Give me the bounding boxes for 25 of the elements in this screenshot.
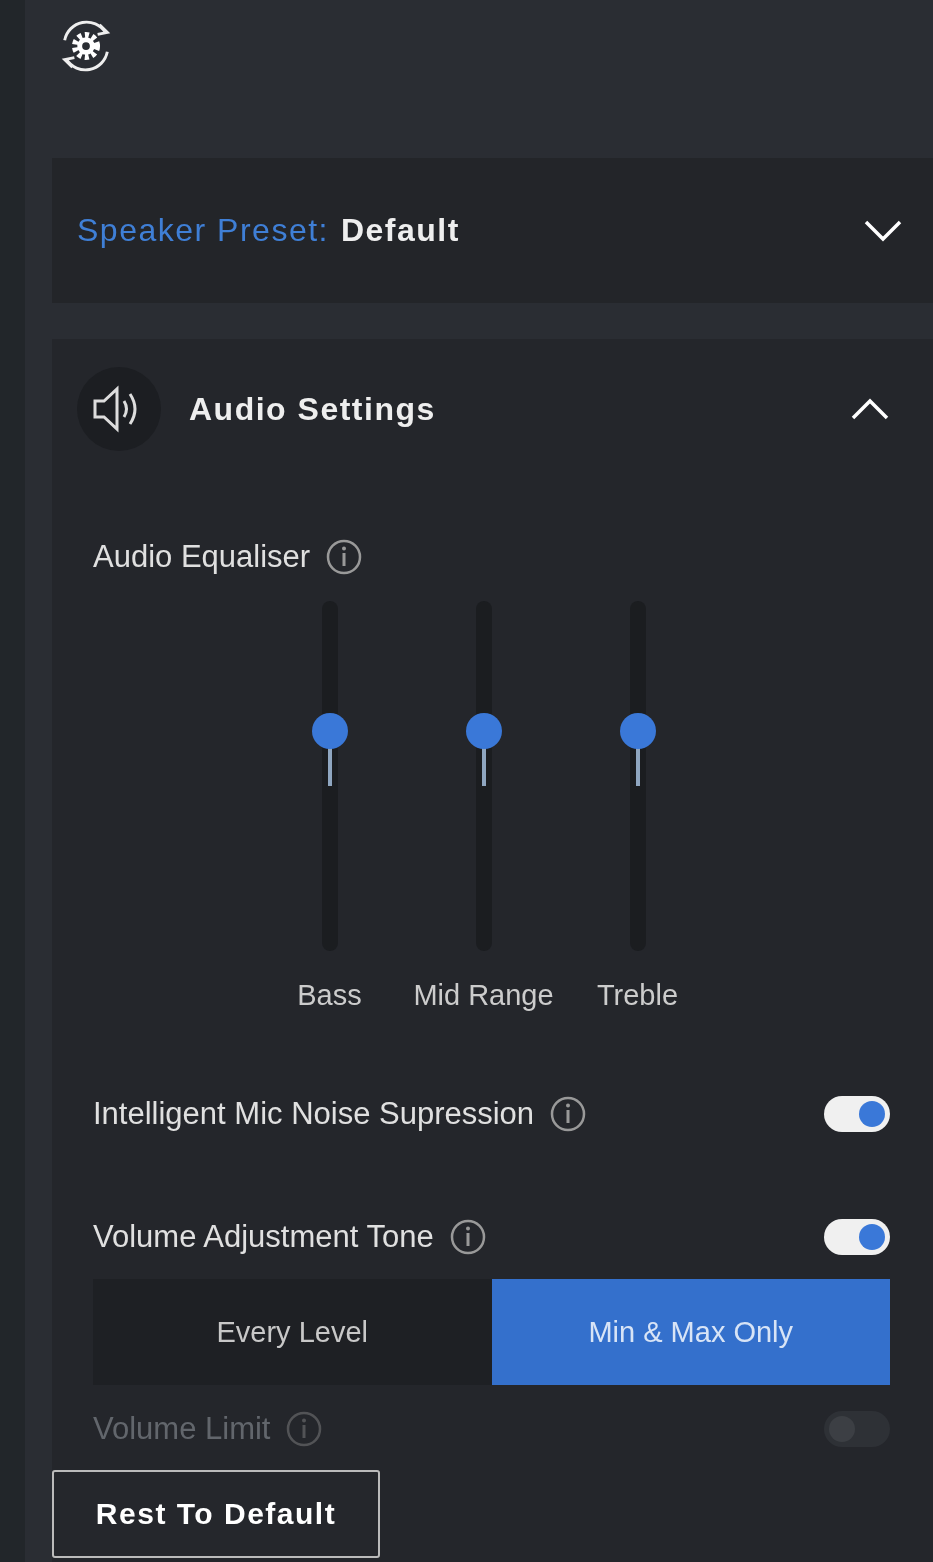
chevron-icon [863, 218, 903, 243]
tone-option[interactable]: Min & Max Only [491, 1279, 890, 1385]
reset-button[interactable]: Rest To Default [52, 1470, 380, 1558]
tone-option[interactable]: Every Level [93, 1279, 492, 1385]
section-title: Audio Settings [189, 390, 436, 428]
info-icon[interactable] [326, 539, 363, 575]
slider-thumb[interactable] [311, 712, 348, 749]
equaliser-label: Audio Equaliser [93, 539, 311, 575]
band-label: Treble [596, 979, 679, 1012]
toggle-label: Volume Limit [93, 1411, 271, 1447]
toggle-label: Volume Adjustment Tone [93, 1219, 434, 1255]
band-label: Mid Range [413, 979, 554, 1012]
speaker-preset-dropdown[interactable]: Speaker Preset: Default [52, 158, 933, 303]
toggle-label: Intelligent Mic Noise Supression [93, 1096, 535, 1132]
info-icon[interactable] [550, 1096, 587, 1132]
slider-thumb[interactable] [465, 712, 502, 749]
toggle-switch[interactable] [824, 1096, 890, 1132]
band-label: Bass [297, 979, 362, 1012]
toggle-switch[interactable] [824, 1219, 890, 1255]
preset-label: Speaker Preset: [77, 212, 329, 249]
preset-value: Default [340, 212, 460, 249]
slider-thumb[interactable] [619, 712, 656, 749]
info-icon[interactable] [449, 1219, 486, 1255]
chevron-icon[interactable] [850, 397, 890, 421]
speaker-icon [77, 367, 161, 451]
